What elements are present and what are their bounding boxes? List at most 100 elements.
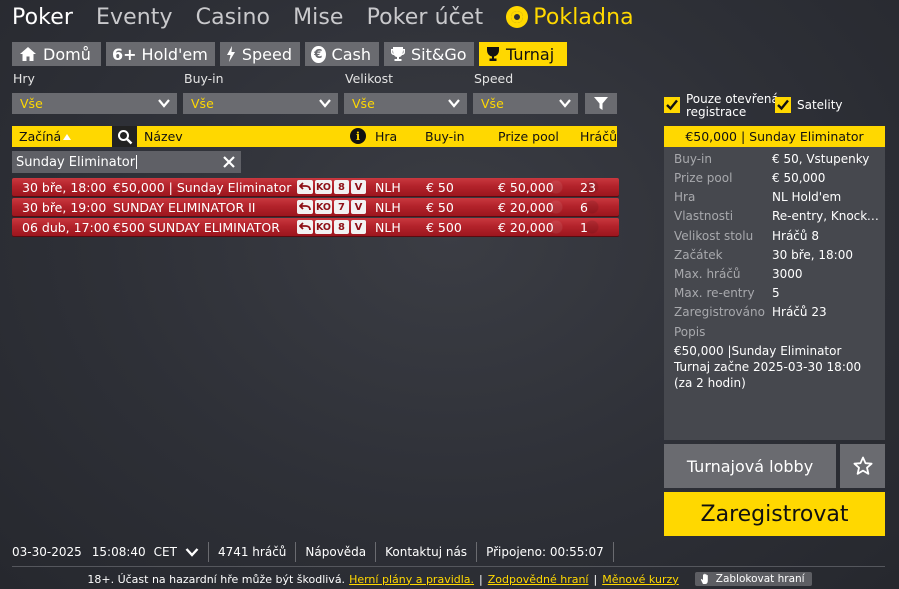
detail-key: Prize pool bbox=[674, 171, 733, 185]
detail-key: Zaregistrováno bbox=[674, 305, 765, 319]
chevron-down-icon bbox=[319, 99, 331, 108]
tournament-search-value: Sunday Eliminator bbox=[16, 154, 136, 170]
open-registration-label: Pouze otevřená registrace bbox=[686, 93, 779, 119]
clear-search-icon[interactable] bbox=[221, 154, 237, 170]
checkmark-icon bbox=[666, 99, 678, 111]
row-badges: KO 8 V bbox=[297, 180, 368, 194]
tab-holdem[interactable]: 6+ Hold'em bbox=[106, 42, 215, 66]
footer-divider bbox=[12, 566, 885, 567]
tournament-lobby-button[interactable]: Turnajová lobby bbox=[664, 444, 836, 488]
row-game: NLH bbox=[375, 200, 401, 215]
responsible-gaming-link[interactable]: Zodpovědné hraní bbox=[488, 573, 589, 586]
nav-casino[interactable]: Casino bbox=[196, 5, 270, 30]
header-start[interactable]: Začíná bbox=[19, 129, 72, 144]
coin-icon bbox=[506, 6, 529, 28]
header-players[interactable]: Hráčů bbox=[580, 129, 617, 144]
help-link[interactable]: Nápověda bbox=[305, 545, 366, 559]
row-start: 30 bře, 18:00 bbox=[22, 180, 107, 195]
header-start-label: Začíná bbox=[19, 129, 62, 144]
search-icon bbox=[117, 129, 132, 144]
info-icon[interactable]: i bbox=[350, 128, 366, 144]
tab-sitgo[interactable]: Sit&Go bbox=[384, 42, 474, 66]
six-plus-icon: 6+ bbox=[112, 44, 137, 64]
register-button[interactable]: Zaregistrovat bbox=[664, 492, 885, 536]
contact-link[interactable]: Kontaktuj nás bbox=[385, 545, 467, 559]
nav-missions[interactable]: Mise bbox=[293, 5, 344, 30]
checkmark-icon bbox=[777, 99, 789, 111]
filter-button[interactable] bbox=[585, 93, 617, 114]
gambling-warning: 18+. Účast na hazardní hře může být škod… bbox=[87, 572, 346, 586]
header-game[interactable]: Hra bbox=[375, 129, 397, 144]
chevron-down-icon bbox=[158, 99, 170, 108]
nav-cashier[interactable]: Pokladna bbox=[506, 4, 634, 30]
reentry-icon bbox=[297, 220, 313, 234]
tab-tournament[interactable]: Turnaj bbox=[479, 42, 567, 66]
speed-badge: V bbox=[351, 200, 366, 214]
table-row[interactable]: 30 bře, 18:00 €50,000 | Sunday Eliminato… bbox=[12, 178, 619, 196]
text-caret bbox=[136, 155, 138, 169]
tab-home[interactable]: Domů bbox=[12, 42, 101, 66]
detail-value: Hráčů 23 bbox=[772, 305, 827, 319]
tab-speed-label: Speed bbox=[241, 44, 292, 64]
detail-value: 30 bře, 18:00 bbox=[772, 248, 853, 262]
header-name[interactable]: Název bbox=[144, 129, 183, 144]
status-time: 15:08:40 bbox=[91, 545, 146, 559]
detail-value: Hráčů 8 bbox=[772, 229, 819, 243]
table-row[interactable]: 30 bře, 19:00 SUNDAY ELIMINATOR II KO 7 … bbox=[12, 198, 619, 216]
top-navigation: Poker Eventy Casino Mise Poker účet Pokl… bbox=[12, 2, 657, 32]
nav-poker[interactable]: Poker bbox=[12, 5, 73, 30]
tournament-search-input[interactable]: Sunday Eliminator bbox=[12, 151, 241, 173]
filter-games-value: Vše bbox=[20, 96, 43, 111]
currency-rates-link[interactable]: Měnové kurzy bbox=[602, 573, 679, 586]
knockout-badge: KO bbox=[315, 180, 332, 194]
open-registration-checkbox[interactable] bbox=[664, 97, 680, 113]
row-badges: KO 7 V bbox=[297, 200, 368, 214]
filter-size-select[interactable]: Vše bbox=[344, 93, 467, 114]
detail-value: NL Hold'em bbox=[772, 190, 842, 204]
tab-cash[interactable]: € Cash bbox=[305, 42, 379, 66]
row-prize-pool: € 50,000 bbox=[498, 180, 554, 195]
divider bbox=[476, 542, 478, 562]
open-registration-label-line2: registrace bbox=[686, 105, 747, 119]
game-rules-link[interactable]: Herní plány a pravidla. bbox=[349, 573, 474, 586]
tournament-details-title: €50,000 | Sunday Eliminator bbox=[664, 126, 885, 147]
favorite-button[interactable] bbox=[840, 444, 885, 488]
sort-ascending-icon bbox=[63, 134, 72, 140]
divider: | bbox=[593, 572, 598, 586]
row-buyin: € 500 bbox=[426, 220, 462, 235]
header-buyin[interactable]: Buy-in bbox=[425, 129, 465, 144]
reentry-icon bbox=[297, 180, 313, 194]
divider bbox=[207, 542, 209, 562]
trophy-icon bbox=[390, 45, 406, 63]
satellites-checkbox[interactable] bbox=[775, 97, 791, 113]
header-prize-pool[interactable]: Prize pool bbox=[498, 129, 559, 144]
filter-buyin-select[interactable]: Vše bbox=[183, 93, 338, 114]
chevron-down-icon bbox=[559, 99, 571, 108]
row-name: €500 SUNDAY ELIMINATOR bbox=[113, 220, 280, 235]
detail-value: € 50,000 bbox=[772, 171, 826, 185]
game-tabs: Domů 6+ Hold'em Speed € Cash Sit&Go Turn… bbox=[12, 42, 572, 66]
row-buyin: € 50 bbox=[426, 200, 454, 215]
timezone-select[interactable]: CET bbox=[154, 545, 199, 559]
chevron-down-icon bbox=[448, 99, 460, 108]
home-icon bbox=[18, 45, 38, 63]
tab-speed[interactable]: Speed bbox=[220, 42, 300, 66]
detail-value: € 50, Vstupenky bbox=[772, 152, 870, 166]
filter-games-select[interactable]: Vše bbox=[12, 93, 177, 114]
search-button[interactable] bbox=[112, 126, 137, 147]
detail-value: Re-entry, Knockout bbox=[772, 209, 882, 223]
table-row[interactable]: 06 dub, 17:00 €500 SUNDAY ELIMINATOR KO … bbox=[12, 218, 619, 236]
detail-key: Buy-in bbox=[674, 152, 712, 166]
filter-speed-select[interactable]: Vše bbox=[473, 93, 578, 114]
nav-cashier-label: Pokladna bbox=[533, 4, 634, 30]
status-date: 03-30-2025 bbox=[12, 545, 82, 559]
footer: 18+. Účast na hazardní hře může být škod… bbox=[0, 571, 899, 587]
block-gaming-label: Zablokovat hraní bbox=[715, 573, 805, 585]
row-name: SUNDAY ELIMINATOR II bbox=[113, 200, 256, 215]
nav-events[interactable]: Eventy bbox=[96, 5, 173, 30]
nav-poker-account[interactable]: Poker účet bbox=[367, 5, 484, 30]
block-gaming-button[interactable]: Zablokovat hraní bbox=[694, 572, 812, 586]
chevron-down-icon bbox=[185, 548, 199, 557]
row-game: NLH bbox=[375, 180, 401, 195]
detail-value: 5 bbox=[772, 286, 780, 300]
